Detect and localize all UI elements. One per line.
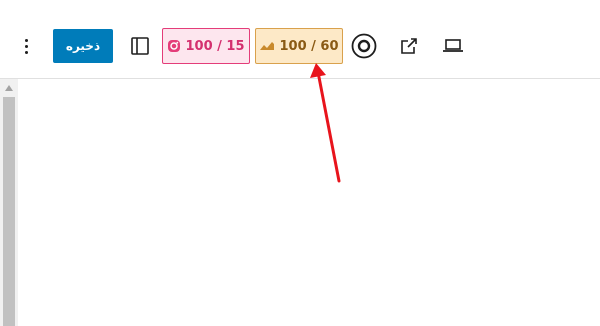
- speed-score-badge[interactable]: 100 / 60: [255, 28, 343, 64]
- top-band: [0, 0, 600, 12]
- view-post-button[interactable]: [396, 33, 422, 59]
- speed-score-text: 100 / 60: [279, 38, 339, 54]
- external-link-icon: [401, 38, 417, 54]
- scrollbar-thumb[interactable]: [3, 97, 15, 326]
- circle-dot-icon: [351, 33, 377, 59]
- sidebar-toggle-button[interactable]: [127, 33, 153, 59]
- triangle-up-icon: [5, 85, 13, 91]
- instagram-icon: [168, 40, 181, 52]
- save-button[interactable]: ذخیره: [53, 29, 113, 63]
- sidebar-panel-icon: [131, 37, 149, 55]
- instagram-score-badge[interactable]: 100 / 15: [162, 28, 250, 64]
- speed-icon: [260, 42, 275, 50]
- more-options-button[interactable]: [17, 34, 35, 58]
- more-vertical-icon: [24, 38, 28, 42]
- instagram-score-text: 100 / 15: [185, 38, 245, 54]
- laptop-icon: [443, 39, 463, 52]
- preview-button[interactable]: [439, 33, 467, 59]
- focus-mode-button[interactable]: [351, 33, 377, 59]
- editor-canvas[interactable]: [0, 79, 600, 326]
- scroll-up-button[interactable]: [0, 80, 18, 96]
